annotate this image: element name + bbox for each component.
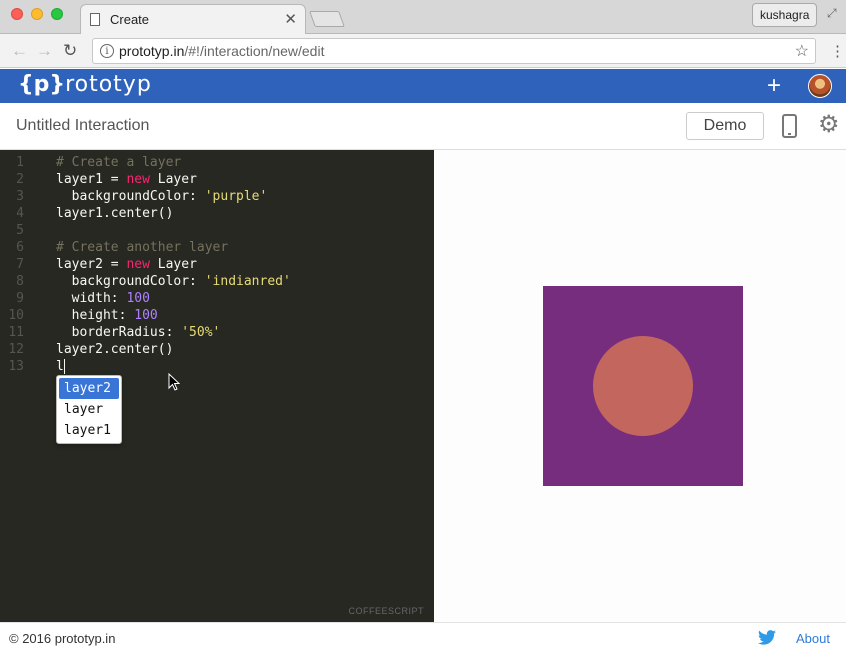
url-host: prototyp.in <box>119 43 185 59</box>
code-line[interactable] <box>56 222 291 239</box>
layer2-indianred-circle[interactable] <box>593 336 693 436</box>
url-input[interactable]: i prototyp.in/#!/interaction/new/edit ☆ <box>92 38 816 64</box>
about-link[interactable]: About <box>796 631 830 646</box>
url-path: /#!/interaction/new/edit <box>184 43 325 59</box>
code-token: backgroundColor: <box>56 189 205 204</box>
browser-tab[interactable]: Create ✕ <box>80 4 306 34</box>
logo-text: rototyp <box>65 72 152 97</box>
code-token: Layer <box>149 257 197 272</box>
code-token: l <box>56 359 64 374</box>
app-header: {p}rototyp + <box>0 69 846 103</box>
forward-icon[interactable]: → <box>36 41 53 61</box>
new-tab-button[interactable] <box>309 11 345 27</box>
code-line[interactable]: borderRadius: '50%' <box>56 324 291 341</box>
tab-title: Create <box>110 12 150 27</box>
copyright-text: © 2016 prototyp.in <box>9 631 116 646</box>
code-token: height: <box>56 308 135 323</box>
line-number: 13 <box>8 359 24 374</box>
browser-menu-icon[interactable]: ⋮ <box>830 42 845 60</box>
line-number: 12 <box>8 342 24 357</box>
footer: © 2016 prototyp.in About <box>0 622 846 650</box>
autocomplete-item[interactable]: layer2 <box>59 378 119 399</box>
reload-icon[interactable]: ↻ <box>63 41 77 61</box>
line-number: 7 <box>16 257 24 272</box>
profile-button[interactable]: kushagra <box>752 3 818 27</box>
code-token: 'purple' <box>204 189 268 204</box>
text-cursor <box>63 359 65 374</box>
fullscreen-icon[interactable]: ⤢ <box>827 6 837 21</box>
line-number: 6 <box>16 240 24 255</box>
code-token: Layer <box>149 172 197 187</box>
gear-icon[interactable]: ⚙ <box>818 113 840 137</box>
back-icon[interactable]: ← <box>11 41 28 61</box>
code-line[interactable]: backgroundColor: 'indianred' <box>56 273 291 290</box>
code-token: new <box>126 257 150 272</box>
line-number: 8 <box>16 274 24 289</box>
line-number: 1 <box>16 155 24 170</box>
code-token: 'indianred' <box>204 274 291 289</box>
code-line[interactable]: backgroundColor: 'purple' <box>56 188 291 205</box>
twitter-icon[interactable] <box>758 630 776 645</box>
code-token: 100 <box>126 291 150 306</box>
line-number: 11 <box>8 325 24 340</box>
code-line[interactable]: width: 100 <box>56 290 291 307</box>
line-number: 2 <box>16 172 24 187</box>
code-token: # Create another layer <box>56 240 229 255</box>
code-content[interactable]: # Create a layer layer1 = new Layer backg… <box>56 154 291 375</box>
add-icon[interactable]: + <box>767 72 781 100</box>
maximize-window-button[interactable] <box>51 8 63 20</box>
line-number: 5 <box>16 223 24 238</box>
close-window-button[interactable] <box>11 8 23 20</box>
info-icon[interactable]: i <box>100 44 114 58</box>
code-token: layer2 = <box>56 257 127 272</box>
phone-icon[interactable] <box>782 114 797 138</box>
code-token: '50%' <box>181 325 221 340</box>
code-line[interactable]: # Create a layer <box>56 154 291 171</box>
autocomplete-item[interactable]: layer <box>59 399 119 420</box>
code-line[interactable]: layer1.center() <box>56 205 291 222</box>
line-number: 4 <box>16 206 24 221</box>
address-toolbar: ← → ↻ i prototyp.in/#!/interaction/new/e… <box>0 34 846 68</box>
preview-canvas[interactable] <box>434 150 846 622</box>
language-label: COFFEESCRIPT <box>348 606 424 616</box>
avatar[interactable] <box>808 74 832 98</box>
minimize-window-button[interactable] <box>31 8 43 20</box>
code-token: # Create a layer <box>56 155 182 170</box>
code-token: new <box>126 172 150 187</box>
code-line[interactable]: layer2 = new Layer <box>56 256 291 273</box>
autocomplete-dropdown: layer2 layer layer1 <box>56 375 122 444</box>
line-number: 10 <box>8 308 24 323</box>
url-text: prototyp.in/#!/interaction/new/edit <box>119 43 324 59</box>
autocomplete-item[interactable]: layer1 <box>59 420 119 441</box>
bookmark-star-icon[interactable]: ☆ <box>795 41 809 61</box>
demo-button[interactable]: Demo <box>686 112 764 140</box>
code-line[interactable]: layer1 = new Layer <box>56 171 291 188</box>
code-token: backgroundColor: <box>56 274 205 289</box>
logo-mark: {p} <box>18 72 66 97</box>
code-token: layer1.center() <box>56 206 174 221</box>
code-line[interactable]: # Create another layer <box>56 239 291 256</box>
code-token: width: <box>56 291 127 306</box>
page-title[interactable]: Untitled Interaction <box>16 117 149 135</box>
interaction-toolbar: Untitled Interaction Demo ⚙ <box>0 103 846 150</box>
layer1-purple-square[interactable] <box>543 286 743 486</box>
code-token: layer2.center() <box>56 342 174 357</box>
code-token: 100 <box>134 308 158 323</box>
tab-close-icon[interactable]: ✕ <box>284 10 297 28</box>
page-icon <box>90 13 100 26</box>
code-token: borderRadius: <box>56 325 182 340</box>
code-line[interactable]: layer2.center() <box>56 341 291 358</box>
line-number-gutter: 1 2 3 4 5 6 7 8 9 10 11 12 13 <box>0 154 30 375</box>
line-number: 3 <box>16 189 24 204</box>
browser-tab-bar: Create ✕ kushagra ⤢ <box>0 0 846 34</box>
line-number: 9 <box>16 291 24 306</box>
code-token: layer1 = <box>56 172 127 187</box>
code-line[interactable]: height: 100 <box>56 307 291 324</box>
logo[interactable]: {p}rototyp <box>18 72 152 97</box>
mouse-pointer-icon <box>168 373 180 391</box>
